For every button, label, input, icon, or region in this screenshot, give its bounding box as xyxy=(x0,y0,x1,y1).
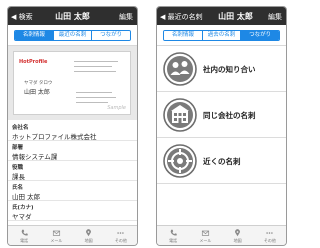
card-image-area: HotProfile ヤマダ タロウ 山田 太郎 Sample xyxy=(8,46,137,120)
tab-label: その他 xyxy=(114,238,127,243)
tab-bar: 電話 メール 地図 その他 xyxy=(8,225,137,245)
phone-card-detail: ◀ 検索 山田 太郎 編集 名刺情報 最近の名刺 つながり HotProfile… xyxy=(7,6,138,246)
tab-more[interactable]: その他 xyxy=(254,226,286,245)
menu-item-same-company[interactable]: 同じ会社の名刺 xyxy=(157,92,286,138)
card-text-line xyxy=(76,92,112,93)
phone-icon xyxy=(21,229,28,236)
more-icon xyxy=(117,232,125,234)
menu-item-label: 同じ会社の名刺 xyxy=(203,111,256,120)
segment-card-info[interactable]: 名刺情報 xyxy=(15,31,54,40)
edit-button[interactable]: 編集 xyxy=(119,12,133,22)
tab-label: 電話 xyxy=(169,238,178,243)
field-label: 役職 xyxy=(12,165,24,171)
segmented-control: 名刺情報 過去の名刺 つながり xyxy=(163,30,280,41)
phone-icon xyxy=(170,229,177,236)
segment-connections[interactable]: つながり xyxy=(92,31,130,40)
field-title[interactable]: 役職 課長 xyxy=(8,161,137,181)
card-text-line xyxy=(74,71,116,72)
card-text-line xyxy=(76,102,108,103)
phone-connections: ◀ 最近の名刺 山田 太郎 編集 名刺情報 過去の名刺 つながり 社内の知り合い xyxy=(156,6,287,246)
segment-card-info[interactable]: 名刺情報 xyxy=(164,31,203,40)
card-name: 山田 太郎 xyxy=(24,89,50,96)
field-value: ホットプロファイル株式会社 xyxy=(12,133,97,141)
screenshot-stage: ◀ 検索 山田 太郎 編集 名刺情報 最近の名刺 つながり HotProfile… xyxy=(0,0,295,248)
menu-item-label: 社内の知り合い xyxy=(203,65,256,74)
page-title: 山田 太郎 xyxy=(55,12,90,21)
edit-button[interactable]: 編集 xyxy=(268,12,282,22)
connections-menu: 社内の知り合い 同じ会社の名刺 近くの名刺 xyxy=(157,46,286,184)
field-value: ヤマダ xyxy=(12,213,32,221)
field-name[interactable]: 氏名 山田 太郎 xyxy=(8,181,137,201)
segment-recent-cards[interactable]: 最近の名刺 xyxy=(53,31,93,40)
tab-phone[interactable]: 電話 xyxy=(8,226,40,245)
segment-connections[interactable]: つながり xyxy=(241,31,279,40)
mail-icon xyxy=(52,230,60,236)
field-value: 情報システム課 xyxy=(12,153,58,161)
menu-item-label: 近くの名刺 xyxy=(203,157,241,166)
card-text-line xyxy=(76,97,116,98)
menu-item-colleagues[interactable]: 社内の知り合い xyxy=(157,46,286,92)
tab-map[interactable]: 地図 xyxy=(222,226,254,245)
tab-label: 電話 xyxy=(20,238,29,243)
business-card-image[interactable]: HotProfile ヤマダ タロウ 山田 太郎 Sample xyxy=(13,51,131,115)
target-icon xyxy=(163,144,197,178)
sample-watermark: Sample xyxy=(107,105,126,111)
field-name-kana[interactable]: 氏(カナ) ヤマダ xyxy=(8,201,137,221)
map-pin-icon xyxy=(86,229,92,237)
navigation-bar: ◀ 検索 山田 太郎 編集 xyxy=(8,7,137,25)
field-company[interactable]: 会社名 ホットプロファイル株式会社 xyxy=(8,121,137,141)
company-logo: HotProfile xyxy=(19,59,48,65)
card-text-line xyxy=(74,61,118,62)
segmented-control: 名刺情報 最近の名刺 つながり xyxy=(14,30,131,41)
field-department[interactable]: 部署 情報システム課 xyxy=(8,141,137,161)
card-text-line xyxy=(74,66,112,67)
tab-label: メール xyxy=(50,238,63,243)
mail-icon xyxy=(201,230,209,236)
segment-past-cards[interactable]: 過去の名刺 xyxy=(202,31,242,40)
more-icon xyxy=(266,232,274,234)
card-fields-list: 会社名 ホットプロファイル株式会社 部署 情報システム課 役職 課長 氏名 山田… xyxy=(8,121,137,221)
navigation-bar: ◀ 最近の名刺 山田 太郎 編集 xyxy=(157,7,286,25)
field-label: 氏名 xyxy=(12,185,24,191)
tab-phone[interactable]: 電話 xyxy=(157,226,189,245)
field-value: 山田 太郎 xyxy=(12,193,41,201)
tab-label: メール xyxy=(199,238,212,243)
map-pin-icon xyxy=(235,229,241,237)
tab-more[interactable]: その他 xyxy=(105,226,137,245)
building-icon xyxy=(163,98,197,132)
tab-mail[interactable]: メール xyxy=(189,226,221,245)
tab-mail[interactable]: メール xyxy=(40,226,72,245)
field-label: 会社名 xyxy=(12,125,29,131)
card-name-kana: ヤマダ タロウ xyxy=(24,81,53,86)
tab-label: 地図 xyxy=(233,238,242,243)
field-label: 氏(カナ) xyxy=(12,205,34,211)
field-label: 部署 xyxy=(12,145,24,151)
menu-item-nearby[interactable]: 近くの名刺 xyxy=(157,138,286,184)
people-icon xyxy=(163,52,197,86)
field-value: 課長 xyxy=(12,173,25,181)
tab-bar: 電話 メール 地図 その他 xyxy=(157,225,286,245)
tab-label: 地図 xyxy=(84,238,93,243)
tab-label: その他 xyxy=(263,238,276,243)
tab-map[interactable]: 地図 xyxy=(73,226,105,245)
